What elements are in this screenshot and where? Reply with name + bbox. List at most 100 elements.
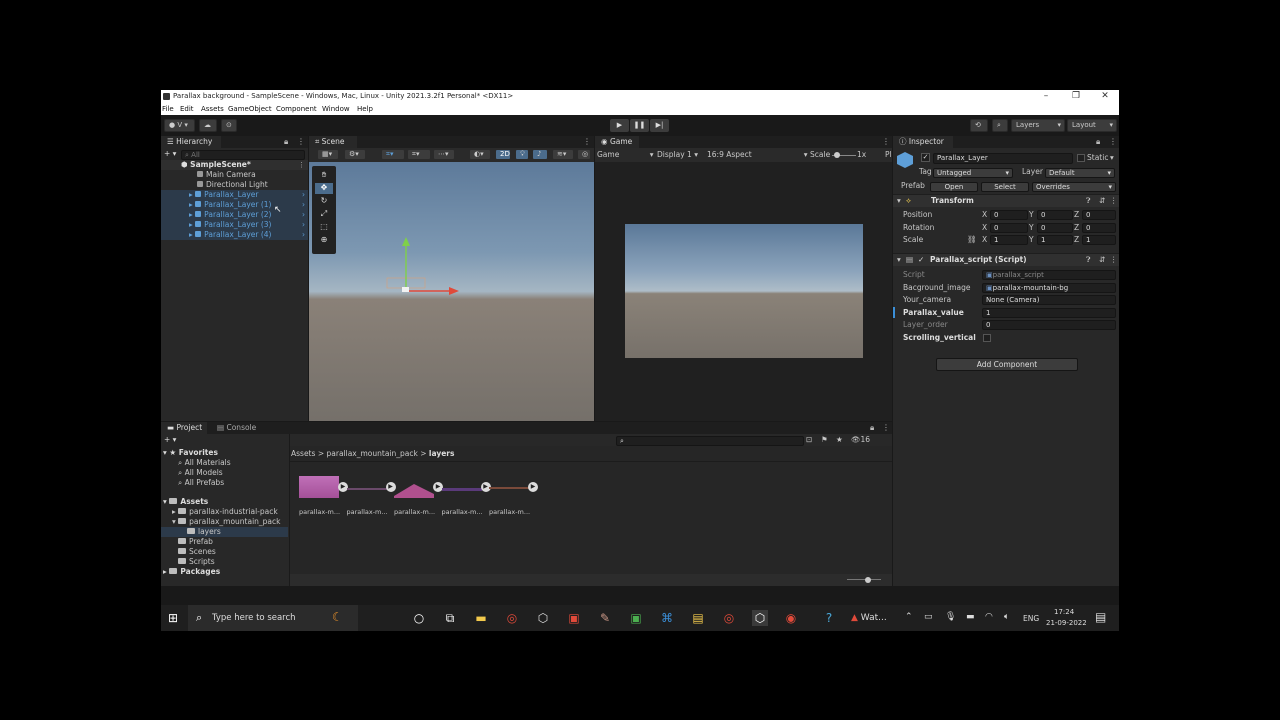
cortana-icon[interactable]: ○	[411, 610, 427, 626]
gizmos-icon[interactable]: ◎	[577, 149, 591, 160]
thumbnail-size-slider[interactable]	[847, 579, 881, 580]
microphone-icon[interactable]: 🎙︎	[945, 612, 956, 622]
inspector-menu-icon[interactable]: ⋮	[1109, 137, 1117, 146]
asset-thumbnail[interactable]	[394, 476, 434, 498]
unity-editor-icon[interactable]: ⬡	[752, 610, 768, 626]
transform-rotation-x[interactable]: 0	[990, 222, 1028, 233]
project-search-input[interactable]: ⌕	[616, 436, 804, 446]
move-gizmo[interactable]	[379, 232, 469, 302]
breadcrumb-mountain-pack[interactable]: parallax_mountain_pack	[327, 449, 418, 458]
favorites-folder[interactable]: ▾ ★ Favorites	[163, 448, 218, 458]
pause-button[interactable]: ❚❚	[630, 119, 649, 132]
hierarchy-item-parallax-layer-3[interactable]: ▸ Parallax_Layer (3) ›	[161, 220, 308, 230]
move-tool-icon[interactable]: ✥	[315, 183, 333, 194]
transform-scale-z[interactable]: 1	[1082, 235, 1116, 245]
favorite-all-materials[interactable]: ⌕ All Materials	[178, 458, 231, 468]
script-enabled-checkbox[interactable]: ✓	[918, 255, 924, 265]
folder-scenes[interactable]: Scenes	[178, 547, 216, 557]
layout-dropdown[interactable]: Layout ▾	[1067, 119, 1117, 132]
menu-file[interactable]: File	[162, 105, 174, 113]
packages-folder[interactable]: ▸ Packages	[163, 567, 220, 577]
chevron-up-icon[interactable]: ⌃	[905, 612, 913, 622]
active-checkbox[interactable]: ✓	[921, 153, 930, 162]
static-checkbox[interactable]	[1077, 154, 1085, 162]
asset-thumbnail[interactable]	[441, 488, 482, 491]
asset-file-label[interactable]: parallax-m...	[489, 508, 530, 516]
field-layer-order-value[interactable]: 0	[982, 320, 1116, 330]
prefab-select-button[interactable]: Select	[981, 182, 1029, 192]
lock-icon[interactable]: 🔒︎	[284, 137, 288, 147]
menu-component[interactable]: Component	[276, 105, 317, 113]
transform-rotation-y[interactable]: 0	[1037, 222, 1073, 233]
transform-scale-y[interactable]: 1	[1037, 235, 1073, 245]
hierarchy-item-main-camera[interactable]: Main Camera	[197, 170, 256, 180]
scale-tool-icon[interactable]: ⤢	[315, 209, 333, 220]
breadcrumb-assets[interactable]: Assets	[291, 449, 315, 458]
volume-icon[interactable]: 🔈︎	[1004, 612, 1009, 622]
scene-viewport[interactable]: ✋︎ ✥ ↻ ⤢ ⬚ ⊕	[309, 162, 594, 421]
clock-date[interactable]: 21-09-2022	[1046, 619, 1087, 627]
prefab-open-button[interactable]: Open	[930, 182, 978, 192]
scene-root[interactable]: ⬢ SampleScene*	[161, 160, 308, 170]
hierarchy-item-parallax-layer-4[interactable]: ▸ Parallax_Layer (4) ›	[161, 230, 308, 240]
breadcrumb-layers[interactable]: layers	[429, 449, 455, 458]
transform-menu-icon[interactable]: ⋮	[1110, 196, 1118, 206]
favorite-all-prefabs[interactable]: ⌕ All Prefabs	[178, 478, 224, 488]
step-button[interactable]: ▶|	[650, 119, 669, 132]
transform-header[interactable]: ▾ ⟡ Transform ❓︎ ⇵ ⋮	[893, 194, 1119, 207]
thumbnail-size-handle[interactable]	[865, 577, 871, 583]
maximize-icon[interactable]: ❐	[1069, 91, 1083, 101]
folder-prefab[interactable]: Prefab	[178, 537, 213, 547]
field-bacground-image-value[interactable]: ▣parallax-mountain-bg	[982, 282, 1116, 293]
vscode-icon[interactable]: ⌘	[659, 610, 675, 626]
asset-file-label[interactable]: parallax-m...	[442, 508, 483, 516]
transform-scale-x[interactable]: 1	[990, 235, 1028, 245]
shading-icon[interactable]: ◐▾	[469, 149, 491, 160]
menu-help[interactable]: Help	[357, 105, 373, 113]
close-icon[interactable]: ✕	[1098, 91, 1112, 101]
aspect-dropdown[interactable]: 16:9 Aspect ▾	[707, 150, 807, 160]
play-icon[interactable]: ▶	[338, 482, 348, 492]
camtasia-icon[interactable]: ▣	[628, 610, 644, 626]
hand-tool-icon[interactable]: ✋︎	[315, 170, 333, 181]
assets-folder[interactable]: ▾ Assets	[163, 497, 208, 507]
hierarchy-item-parallax-layer-1[interactable]: ▸ Parallax_Layer (1) ›	[161, 200, 308, 210]
device-icon[interactable]: ▭	[924, 612, 933, 622]
preset-icon[interactable]: ⇵	[1099, 255, 1105, 265]
script-header[interactable]: ▾ ▤ ✓ Parallax_script (Script) ❓︎ ⇵ ⋮	[893, 253, 1119, 266]
grid-snap-icon[interactable]: ⌗▾	[381, 149, 405, 160]
history-icon[interactable]: ⟲	[970, 119, 988, 132]
hierarchy-item-directional-light[interactable]: Directional Light	[197, 180, 268, 190]
snap-icon[interactable]: ⌗▾	[407, 149, 431, 160]
menu-gameobject[interactable]: GameObject	[228, 105, 272, 113]
menu-window[interactable]: Window	[322, 105, 350, 113]
paint-icon[interactable]: ✎	[597, 610, 613, 626]
search-icon[interactable]: ⌕	[992, 119, 1008, 132]
chrome-profile-icon[interactable]: ◎	[721, 610, 737, 626]
sticky-notes-icon[interactable]: ▤	[690, 610, 706, 626]
increment-snap-icon[interactable]: ⋯▾	[433, 149, 455, 160]
help-icon[interactable]: ❓︎	[1086, 255, 1091, 265]
rotate-tool-icon[interactable]: ↻	[315, 196, 333, 207]
add-component-button[interactable]: Add Component	[936, 358, 1078, 371]
transform-position-y[interactable]: 0	[1037, 210, 1073, 220]
add-object-button[interactable]: + ▾	[164, 149, 176, 159]
folder-parallax-mountain-pack[interactable]: ▾ parallax_mountain_pack	[172, 517, 281, 527]
draw-mode-icon[interactable]: ▦▾	[317, 149, 339, 160]
file-explorer-icon[interactable]: ▬	[473, 610, 489, 626]
help-app-icon[interactable]: ?	[821, 610, 837, 626]
asset-thumbnail[interactable]	[489, 487, 529, 489]
asset-thumbnail[interactable]	[299, 476, 339, 498]
scene-menu-icon[interactable]: ⋮	[583, 137, 591, 146]
prefab-overrides-dropdown[interactable]: Overrides ▾	[1032, 182, 1116, 192]
favorite-all-models[interactable]: ⌕ All Models	[178, 468, 223, 478]
transform-tool-icon[interactable]: ⊕	[315, 235, 333, 246]
help-icon[interactable]: ❓︎	[1086, 196, 1091, 206]
tab-inspector[interactable]: ⓘ Inspector	[893, 136, 953, 148]
minimize-icon[interactable]: –	[1039, 91, 1053, 101]
tag-dropdown[interactable]: Untagged ▾	[933, 168, 1013, 178]
transform-position-z[interactable]: 0	[1082, 210, 1116, 220]
constrain-proportions-icon[interactable]: ⛓︎	[967, 235, 977, 245]
folder-scripts[interactable]: Scripts	[178, 557, 215, 567]
object-name-input[interactable]: Parallax_Layer	[933, 153, 1073, 164]
